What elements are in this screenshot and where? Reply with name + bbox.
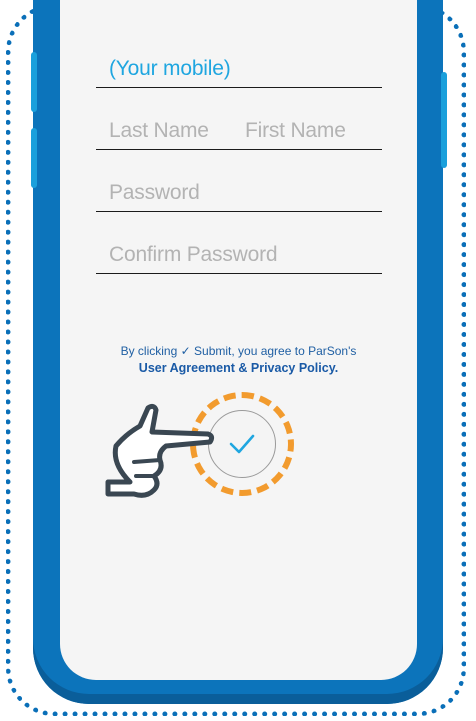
agreement-text: By clicking ✓ Submit, you agree to ParSo… (60, 343, 417, 360)
agreement-notice: By clicking ✓ Submit, you agree to ParSo… (60, 343, 417, 377)
pointing-hand-icon (105, 403, 215, 498)
password-field[interactable]: Password (96, 172, 382, 212)
confirm-password-placeholder: Confirm Password (109, 243, 278, 266)
user-agreement-link[interactable]: User Agreement & Privacy Policy. (60, 360, 417, 377)
first-name-field[interactable]: First Name (245, 119, 346, 143)
volume-down-button (31, 128, 37, 188)
agreement-prefix: By clicking (120, 344, 178, 358)
volume-up-button (31, 52, 37, 112)
check-icon (229, 434, 255, 454)
phone-screen (60, 0, 417, 680)
confirm-password-field[interactable]: Confirm Password (96, 234, 382, 274)
mobile-placeholder: (Your mobile) (109, 57, 231, 80)
mobile-field[interactable]: (Your mobile) (96, 48, 382, 88)
agreement-suffix: Submit, you agree to ParSon's (194, 344, 357, 358)
power-button (441, 72, 447, 168)
name-field-row: Last Name First Name (96, 110, 382, 150)
last-name-field[interactable]: Last Name (109, 119, 209, 143)
submit-button[interactable] (208, 410, 276, 478)
agreement-check-glyph: ✓ (180, 344, 191, 358)
password-placeholder: Password (109, 181, 200, 204)
